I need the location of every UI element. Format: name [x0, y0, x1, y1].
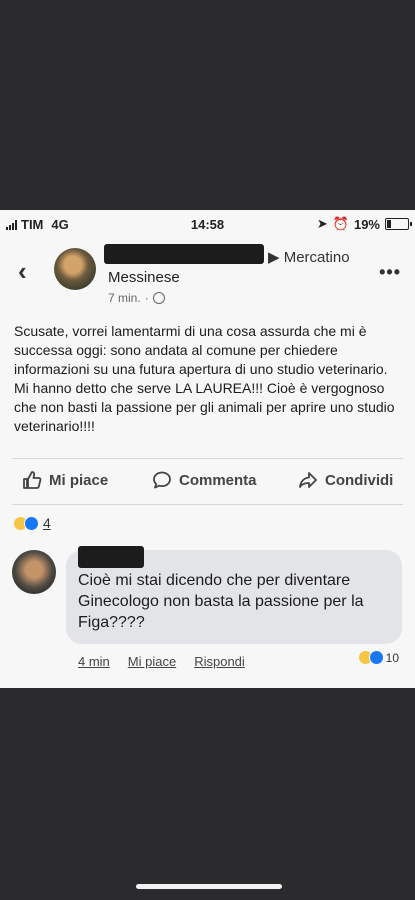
commenter-avatar[interactable]	[12, 550, 56, 594]
comment-bubble: Cioè mi stai dicendo che per diventare G…	[66, 546, 402, 644]
comment-reactions[interactable]: 10	[357, 650, 399, 665]
post-text: Scusate, vorrei lamentarmi di una cosa a…	[14, 323, 395, 434]
comment-button[interactable]: Commenta	[152, 470, 257, 490]
battery-percent: 19%	[353, 216, 380, 232]
like-button[interactable]: Mi piace	[22, 470, 108, 490]
post-reactions[interactable]: 4	[13, 515, 51, 531]
more-options-icon[interactable]: •••	[379, 262, 401, 283]
group-link[interactable]: ▶ Mercatino	[268, 248, 350, 266]
post-time[interactable]: 7 min.	[108, 291, 141, 305]
comment-reaction-count: 10	[385, 650, 399, 665]
divider-top	[12, 458, 403, 459]
group-name: Mercatino	[283, 249, 350, 266]
post-header: ‹ ▶ Mercatino Messinese 7 min. · •••	[0, 238, 415, 306]
like-reaction-icon	[24, 515, 39, 531]
author-name-line2[interactable]: Messinese	[108, 269, 180, 286]
like-label: Mi piace	[49, 471, 109, 489]
status-bar: TIM 4G 14:58 ➤ ⏰ 19%	[0, 210, 415, 238]
share-button[interactable]: Condividi	[298, 470, 393, 490]
globe-icon	[152, 292, 165, 304]
post-actions: Mi piace Commenta Condividi	[0, 466, 415, 496]
comment-actions: 4 min Mi piace Rispondi	[78, 654, 245, 669]
redacted-commenter-name	[78, 546, 144, 568]
screenshot: TIM 4G 14:58 ➤ ⏰ 19% ‹ ▶ Mercatino Messi…	[0, 210, 415, 688]
reaction-count: 4	[43, 515, 51, 531]
home-indicator	[136, 884, 282, 889]
status-right: ➤ ⏰ 19%	[316, 216, 412, 232]
thumbs-up-icon	[23, 471, 42, 489]
back-icon[interactable]: ‹	[18, 258, 27, 284]
author-avatar[interactable]	[54, 248, 96, 290]
comment-label: Commenta	[179, 471, 257, 489]
share-icon	[299, 472, 317, 488]
comment-time[interactable]: 4 min	[78, 654, 110, 669]
post-meta: 7 min. ·	[108, 291, 165, 305]
group-arrow-icon: ▶	[268, 249, 284, 266]
battery-icon	[385, 218, 412, 230]
comment-like-button[interactable]: Mi piace	[128, 654, 176, 669]
like-reaction-icon	[368, 650, 384, 665]
redacted-author-name	[104, 244, 264, 264]
alarm-icon: ⏰	[332, 216, 349, 231]
location-icon: ➤	[316, 216, 328, 231]
divider-bottom	[12, 504, 403, 505]
comment-icon	[153, 471, 171, 489]
comment-text: Cioè mi stai dicendo che per diventare G…	[78, 572, 364, 631]
comment-reply-button[interactable]: Rispondi	[194, 654, 245, 669]
share-label: Condividi	[325, 471, 394, 489]
